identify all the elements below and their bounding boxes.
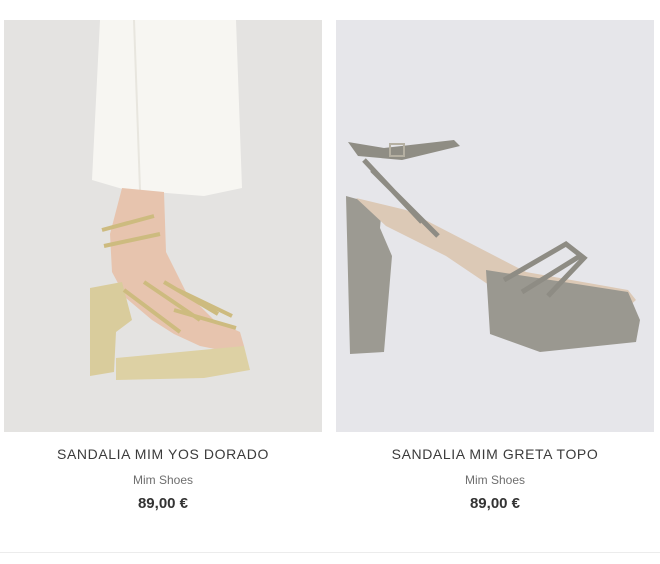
product-name[interactable]: SANDALIA MIM YOS DORADO	[4, 446, 322, 462]
product-card[interactable]: SANDALIA MIM YOS DORADO Mim Shoes 89,00 …	[4, 20, 322, 512]
product-price: 89,00 €	[137, 495, 189, 512]
product-brand: Mim Shoes	[464, 473, 526, 487]
product-image[interactable]	[4, 20, 322, 432]
product-name[interactable]: SANDALIA MIM GRETA TOPO	[336, 446, 654, 462]
gold-sandal-icon	[4, 20, 322, 432]
product-brand: Mim Shoes	[132, 473, 194, 487]
taupe-sandal-icon	[336, 20, 654, 432]
divider	[0, 552, 660, 553]
product-price: 89,00 €	[469, 495, 521, 512]
product-image[interactable]	[336, 20, 654, 432]
product-card[interactable]: SANDALIA MIM GRETA TOPO Mim Shoes 89,00 …	[336, 20, 654, 512]
